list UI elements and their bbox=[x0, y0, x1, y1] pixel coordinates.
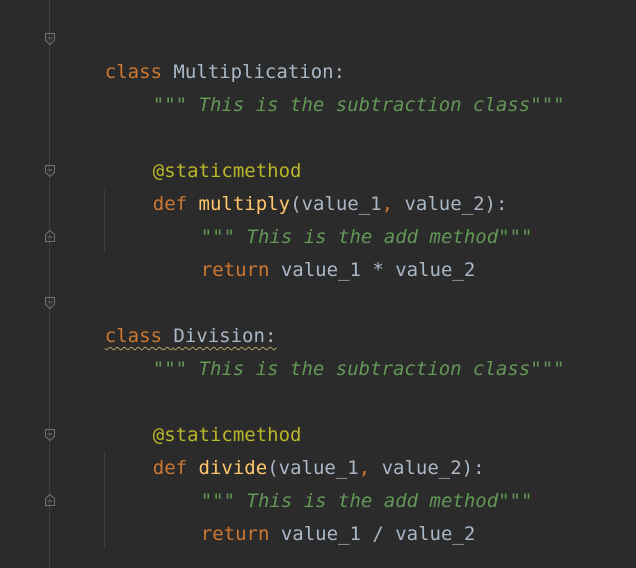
return-keyword: return bbox=[200, 259, 270, 281]
code-line-decorator[interactable]: @staticmethod bbox=[107, 386, 302, 446]
return-expression: value_1 * value_2 bbox=[269, 259, 476, 281]
code-line-return[interactable]: return value_1 * value_2 bbox=[155, 221, 476, 281]
code-editor[interactable]: class Multiplication: """ This is the su… bbox=[0, 0, 636, 568]
code-line-method-definition[interactable]: def divide(value_1, value_2): bbox=[107, 419, 485, 479]
code-line-class-definition[interactable]: class Multiplication: bbox=[59, 23, 345, 83]
code-line-class-docstring[interactable]: """ This is the subtraction class""" bbox=[107, 320, 565, 380]
fold-end-icon[interactable] bbox=[44, 229, 56, 243]
fold-open-icon[interactable] bbox=[44, 164, 56, 178]
fold-open-icon[interactable] bbox=[44, 428, 56, 442]
gutter-separator bbox=[49, 0, 50, 568]
fold-open-icon[interactable] bbox=[44, 296, 56, 310]
indent-guide bbox=[104, 190, 105, 252]
indent-guide bbox=[104, 452, 105, 548]
code-line-class-docstring[interactable]: """ This is the subtraction class""" bbox=[107, 56, 565, 116]
code-line-decorator[interactable]: @staticmethod bbox=[107, 122, 302, 182]
docstring: """ This is the subtraction class""" bbox=[152, 94, 565, 116]
docstring: """ This is the subtraction class""" bbox=[152, 358, 565, 380]
fold-open-icon[interactable] bbox=[44, 32, 56, 46]
code-line-return[interactable]: return value_1 / value_2 bbox=[155, 485, 476, 545]
return-keyword: return bbox=[200, 523, 270, 545]
code-line-method-docstring[interactable]: """ This is the add method""" bbox=[155, 188, 533, 248]
return-expression: value_1 / value_2 bbox=[269, 523, 476, 545]
code-line-method-docstring[interactable]: """ This is the add method""" bbox=[155, 452, 533, 512]
fold-end-icon[interactable] bbox=[44, 493, 56, 507]
code-line-method-definition[interactable]: def multiply(value_1, value_2): bbox=[107, 155, 508, 215]
code-line-class-definition[interactable]: class Division: bbox=[59, 287, 277, 347]
